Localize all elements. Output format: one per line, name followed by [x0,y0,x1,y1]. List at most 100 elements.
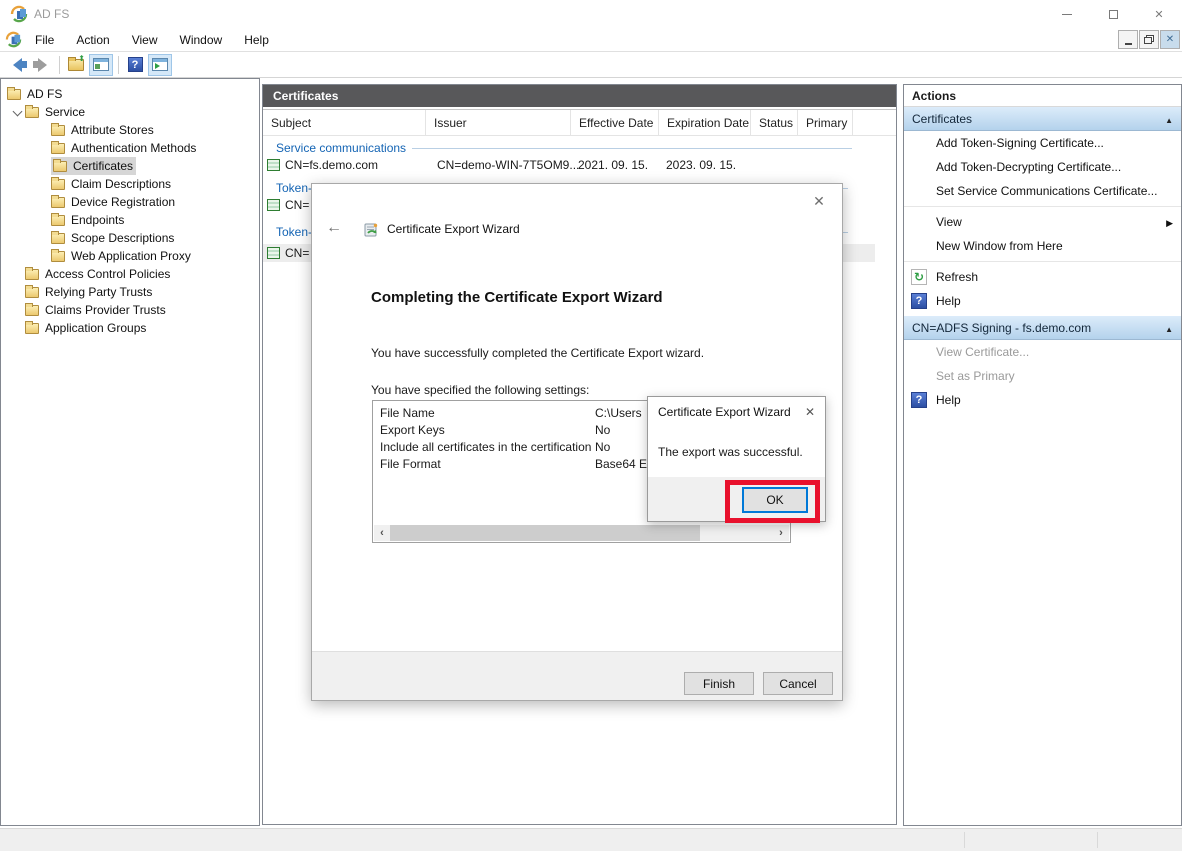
child-close-button[interactable] [1160,30,1180,49]
tree-item-access-control-policies[interactable]: Access Control Policies [1,265,259,283]
certificate-row-service-communications[interactable]: CN=fs.demo.com CN=demo-WIN-7T5OM9... 202… [263,156,875,174]
tree-item-device-registration[interactable]: Device Registration [1,193,259,211]
column-effective-date[interactable]: Effective Date [571,110,659,135]
folder-up-icon [68,59,84,71]
menu-window[interactable]: Window [169,30,234,50]
actions-section-certificates[interactable]: Certificates [904,107,1181,131]
dialog-close-button[interactable] [808,190,830,212]
collapse-arrow-icon[interactable] [1165,112,1173,126]
tree-item-claims-provider-trusts[interactable]: Claims Provider Trusts [1,301,259,319]
message-box-title: Certificate Export Wizard [658,405,791,419]
tree-item-scope-descriptions[interactable]: Scope Descriptions [1,229,259,247]
action-view[interactable]: View [904,210,1181,234]
back-icon [13,58,22,72]
submenu-arrow-icon [1166,215,1173,229]
chevron-down-icon[interactable] [11,105,25,119]
cancel-button[interactable]: Cancel [763,672,833,695]
action-pane-icon [152,58,168,71]
export-successful-message-box: Certificate Export Wizard The export was… [647,396,826,522]
action-set-as-primary[interactable]: Set as Primary [904,364,1181,388]
action-help-2[interactable]: ?Help [904,388,1181,412]
column-expiration-date[interactable]: Expiration Date [659,110,751,135]
scrollbar-track[interactable] [700,525,773,541]
wizard-title: Certificate Export Wizard [387,222,520,236]
action-view-certificate[interactable]: View Certificate... [904,340,1181,364]
folder-icon [25,287,39,298]
column-issuer[interactable]: Issuer [426,110,571,135]
actions-section-adfs-signing[interactable]: CN=ADFS Signing - fs.demo.com [904,316,1181,340]
list-pane-title: Certificates [273,89,338,103]
minimize-button[interactable] [1044,0,1090,28]
folder-icon [51,143,65,154]
tree-item-claim-descriptions[interactable]: Claim Descriptions [1,175,259,193]
menu-view[interactable]: View [121,30,169,50]
selected-tree-item: Certificates [51,157,136,175]
actions-separator [904,206,1181,207]
folder-icon [51,179,65,190]
scrollbar-thumb[interactable] [390,525,700,541]
action-add-token-decrypting-certificate[interactable]: Add Token-Decrypting Certificate... [904,155,1181,179]
action-refresh[interactable]: Refresh [904,265,1181,289]
actions-pane: Actions Certificates Add Token-Signing C… [903,84,1182,826]
folder-icon [51,197,65,208]
menu-action[interactable]: Action [65,30,120,50]
column-header-row: Subject Issuer Effective Date Expiration… [263,110,896,136]
up-one-level-button[interactable] [64,54,88,76]
message-box-footer: OK [648,477,825,521]
tree-item-application-groups[interactable]: Application Groups [1,319,259,337]
toolbar-separator [118,56,119,74]
scroll-right-arrow[interactable] [773,525,789,541]
refresh-icon [911,269,927,285]
status-bar [0,828,1182,851]
folder-icon [51,251,65,262]
menu-bar: File Action View Window Help [0,28,1182,52]
toolbar: ? [0,52,1182,78]
message-box-text: The export was successful. [658,445,803,459]
finish-button[interactable]: Finish [684,672,754,695]
back-button[interactable] [5,54,29,76]
help-button[interactable]: ? [123,54,147,76]
scroll-left-arrow[interactable] [374,525,390,541]
certificate-icon [267,199,280,211]
tree-item-certificates[interactable]: Certificates [1,157,259,175]
column-status[interactable]: Status [751,110,798,135]
certificate-export-icon [362,220,380,238]
wizard-footer: Finish Cancel [312,651,842,700]
message-box-close-button[interactable] [801,403,819,421]
back-arrow-button[interactable] [326,220,350,238]
tree-item-relying-party-trusts[interactable]: Relying Party Trusts [1,283,259,301]
menu-file[interactable]: File [24,30,65,50]
action-help[interactable]: ?Help [904,289,1181,313]
window-title: AD FS [34,7,69,21]
adfs-app-icon [10,5,28,23]
action-new-window-from-here[interactable]: New Window from Here [904,234,1181,258]
horizontal-scrollbar[interactable] [374,525,789,541]
column-subject[interactable]: Subject [263,110,426,135]
child-minimize-button[interactable] [1118,30,1138,49]
tree-item-web-application-proxy[interactable]: Web Application Proxy [1,247,259,265]
child-restore-button[interactable] [1139,30,1159,49]
tree-item-service[interactable]: Service [1,103,259,121]
ok-button[interactable]: OK [742,487,808,513]
wizard-settings-label: You have specified the following setting… [371,383,589,397]
menu-help[interactable]: Help [233,30,280,50]
close-button[interactable] [1136,0,1182,28]
collapse-arrow-icon[interactable] [1165,321,1173,335]
column-primary[interactable]: Primary [798,110,853,135]
tree-item-endpoints[interactable]: Endpoints [1,211,259,229]
console-tree-pane: AD FS Service Attribute Stores Authentic… [0,78,260,826]
action-add-token-signing-certificate[interactable]: Add Token-Signing Certificate... [904,131,1181,155]
tree-item-adfs[interactable]: AD FS [1,85,259,103]
maximize-button[interactable] [1090,0,1136,28]
tree-item-attribute-stores[interactable]: Attribute Stores [1,121,259,139]
show-action-pane-button[interactable] [148,54,172,76]
forward-button[interactable] [30,54,54,76]
status-bar-divider [1097,832,1098,848]
certificate-icon [267,247,280,259]
action-set-service-communications-certificate[interactable]: Set Service Communications Certificate..… [904,179,1181,203]
tree-item-authentication-methods[interactable]: Authentication Methods [1,139,259,157]
list-pane-header: Certificates [263,85,896,107]
show-console-tree-button[interactable] [89,54,113,76]
console-tree-icon [93,58,109,71]
column-filler [853,110,896,135]
